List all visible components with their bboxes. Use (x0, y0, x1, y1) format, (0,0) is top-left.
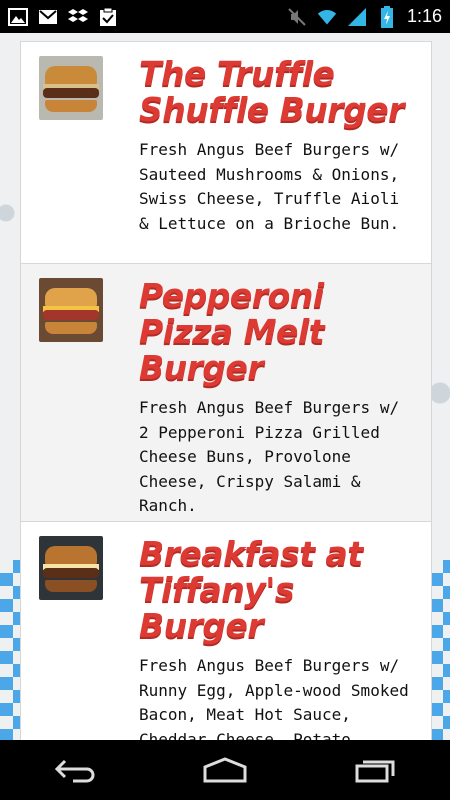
home-icon (203, 757, 247, 783)
menu-item-title: Pepperoni Pizza Melt Burger (139, 276, 324, 387)
burger-thumbnail (39, 536, 103, 600)
checker-decoration-right (430, 560, 450, 740)
menu-item[interactable]: The Truffle Shuffle Burger Fresh Angus B… (21, 41, 431, 263)
clipboard-check-icon (98, 7, 118, 27)
menu-item-title: The Truffle Shuffle Burger (139, 54, 404, 129)
signal-icon (347, 7, 367, 27)
menu-item-description: Fresh Angus Beef Burgers w/ 2 Pepperoni … (139, 398, 400, 515)
gallery-icon (8, 7, 28, 27)
gmail-icon (38, 7, 58, 27)
back-icon (54, 759, 95, 783)
battery-icon (377, 5, 397, 28)
navigation-bar (0, 740, 450, 800)
menu-item[interactable]: Pepperoni Pizza Melt Burger Fresh Angus … (21, 263, 431, 521)
recent-apps-icon (355, 760, 395, 783)
home-button[interactable] (195, 750, 255, 790)
menu-item-description: Fresh Angus Beef Burgers w/ Sauteed Mush… (139, 140, 400, 233)
burger-thumbnail (39, 278, 103, 342)
notification-icons (8, 7, 118, 27)
wifi-icon (317, 7, 337, 27)
menu-item[interactable]: Breakfast at Tiffany's Burger Fresh Angu… (21, 521, 431, 740)
menu-list[interactable]: The Truffle Shuffle Burger Fresh Angus B… (20, 41, 432, 740)
burger-thumbnail (39, 56, 103, 120)
back-button[interactable] (45, 750, 105, 790)
menu-item-title: Breakfast at Tiffany's Burger (139, 534, 363, 645)
system-icons: 1:16 (287, 5, 442, 28)
dropbox-icon (68, 7, 88, 27)
recent-apps-button[interactable] (345, 750, 405, 790)
clock: 1:16 (406, 6, 442, 26)
menu-item-description: Fresh Angus Beef Burgers w/ Runny Egg, A… (139, 656, 409, 740)
status-bar: 1:16 (0, 0, 450, 33)
mute-icon (287, 7, 307, 27)
